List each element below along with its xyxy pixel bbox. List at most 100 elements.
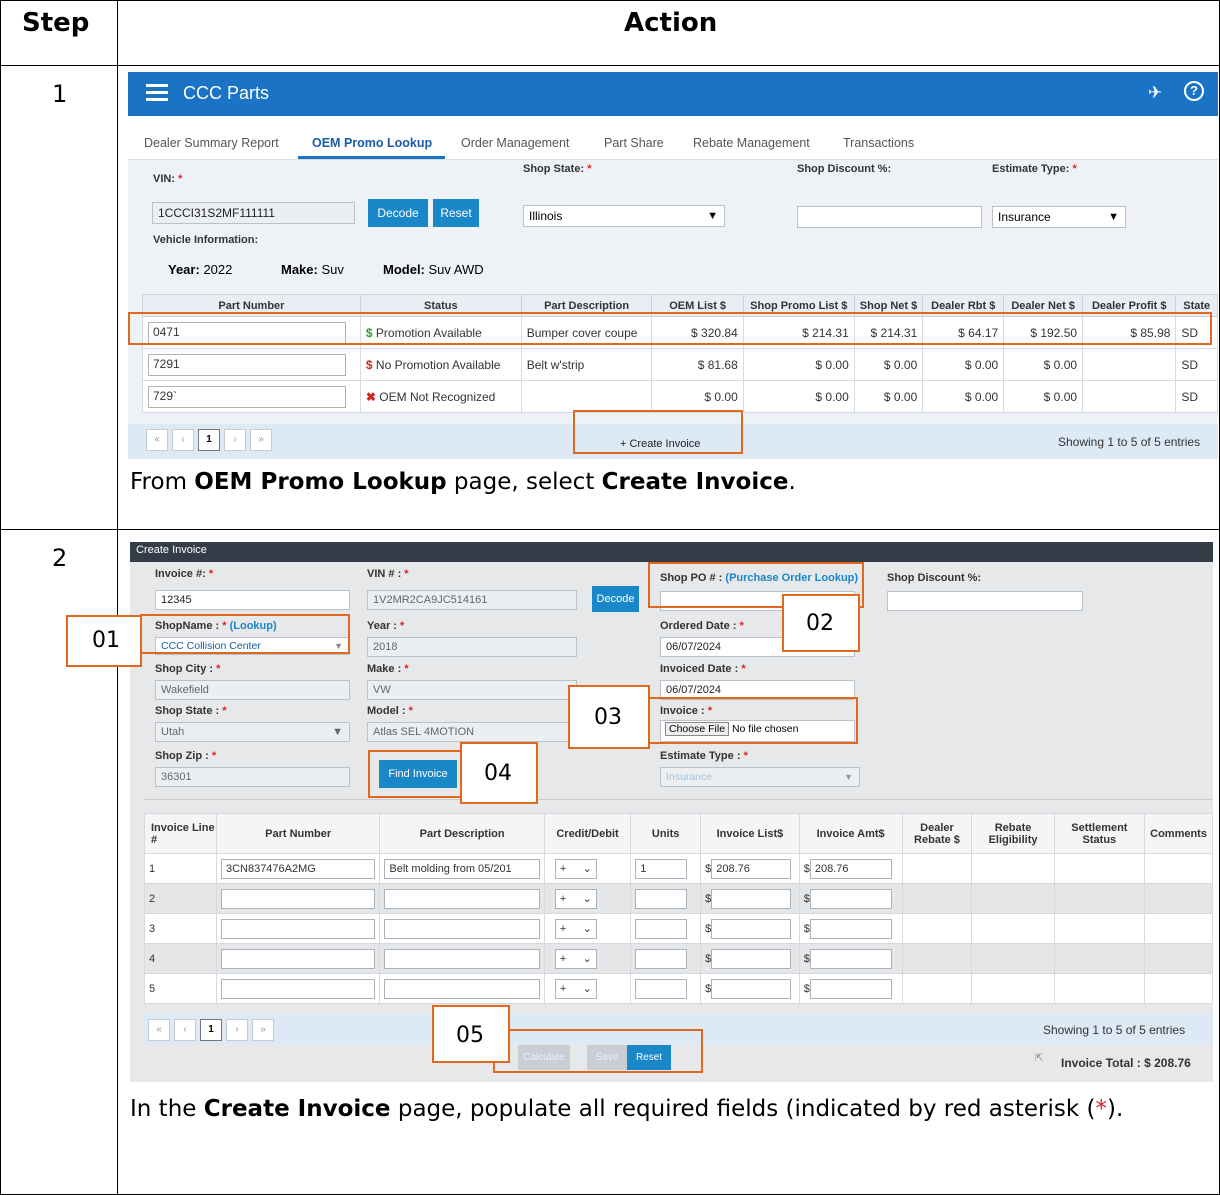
column-header[interactable]: Dealer Rebate $ bbox=[901, 813, 973, 854]
invoice-list-input[interactable] bbox=[711, 888, 792, 909]
tab-order-management[interactable]: Order Management bbox=[461, 136, 569, 150]
app-header: CCC Parts ✈ ? bbox=[128, 72, 1218, 116]
part-number-input[interactable] bbox=[220, 978, 376, 999]
decode-button[interactable]: Decode bbox=[368, 199, 428, 227]
tab-oem-promo-lookup[interactable]: OEM Promo Lookup bbox=[312, 136, 432, 150]
units-input[interactable] bbox=[635, 978, 688, 999]
invoice-amt-cell: $ bbox=[798, 973, 903, 1004]
invoice-amt-input[interactable] bbox=[809, 888, 892, 909]
shop-zip-input[interactable]: 36301 bbox=[155, 767, 350, 787]
callout-01: 01 bbox=[66, 615, 142, 667]
prev-page-button[interactable]: ‹ bbox=[172, 429, 194, 451]
invoice-amt-input[interactable] bbox=[809, 918, 892, 939]
credit-debit-select[interactable]: + ⌄ bbox=[554, 888, 597, 909]
first-page-button[interactable]: « bbox=[146, 429, 168, 451]
shop-discount-input[interactable] bbox=[887, 591, 1083, 611]
part-number-input[interactable] bbox=[220, 918, 376, 939]
page-1-button[interactable]: 1 bbox=[200, 1019, 222, 1041]
shop-city-input[interactable]: Wakefield bbox=[155, 680, 350, 700]
table-row: 4 + ⌄ $ $ bbox=[144, 943, 1213, 974]
invoice-list-input[interactable] bbox=[711, 978, 792, 999]
reset-button[interactable]: Reset bbox=[433, 199, 479, 227]
tab-rebate-management[interactable]: Rebate Management bbox=[693, 136, 810, 150]
prev-page-button[interactable]: ‹ bbox=[174, 1019, 196, 1041]
invoice-amt-input[interactable] bbox=[809, 978, 892, 999]
column-header[interactable]: Invoice Line # bbox=[144, 813, 217, 854]
estimate-type-value: Insurance bbox=[998, 210, 1051, 224]
credit-debit-select[interactable]: + ⌄ bbox=[554, 918, 597, 939]
invoice-amt-input[interactable]: 208.76 bbox=[809, 858, 892, 879]
estimate-type-select[interactable]: Insurance ▼ bbox=[660, 767, 860, 787]
model-input[interactable]: Atlas SEL 4MOTION bbox=[367, 722, 577, 742]
units-input[interactable]: 1 bbox=[635, 858, 688, 879]
column-header[interactable]: Settlement Status bbox=[1053, 813, 1146, 854]
chevron-down-icon: ▼ bbox=[1108, 211, 1119, 223]
part-number-cell: 729` bbox=[142, 380, 361, 413]
part-number-input[interactable]: 7291 bbox=[148, 353, 346, 376]
line-number-cell: 3 bbox=[144, 913, 217, 944]
last-page-button[interactable]: » bbox=[250, 429, 272, 451]
shop-state-select[interactable]: Utah ▼ bbox=[155, 722, 350, 742]
tab-transactions[interactable]: Transactions bbox=[843, 136, 914, 150]
last-page-button[interactable]: » bbox=[252, 1019, 274, 1041]
tab-dealer-summary[interactable]: Dealer Summary Report bbox=[144, 136, 279, 150]
credit-debit-select[interactable]: + ⌄ bbox=[554, 948, 597, 969]
rebate-eligibility-cell bbox=[971, 883, 1055, 914]
part-number-cell bbox=[215, 883, 381, 914]
description-input[interactable] bbox=[384, 918, 540, 939]
column-header[interactable]: Credit/Debit bbox=[543, 813, 632, 854]
vin-input[interactable]: 1V2MR2CA9JC514161 bbox=[367, 590, 577, 610]
help-icon[interactable]: ? bbox=[1184, 81, 1204, 101]
menu-icon[interactable] bbox=[146, 84, 168, 102]
part-number-cell: 7291 bbox=[142, 348, 361, 381]
row-divider bbox=[0, 65, 1220, 66]
settlement-status-cell bbox=[1053, 943, 1146, 974]
year-input[interactable]: 2018 bbox=[367, 637, 577, 657]
description-input[interactable] bbox=[384, 978, 540, 999]
shop-discount-input[interactable] bbox=[797, 206, 982, 228]
units-input[interactable] bbox=[635, 948, 688, 969]
description-input[interactable] bbox=[384, 948, 540, 969]
invoice-amt-cell: $ bbox=[798, 943, 903, 974]
notification-off-icon[interactable]: ✈ bbox=[1148, 83, 1162, 103]
dealer-rebate-cell bbox=[901, 943, 973, 974]
units-input[interactable] bbox=[635, 888, 688, 909]
invoice-list-input[interactable] bbox=[711, 948, 792, 969]
comments-cell bbox=[1144, 943, 1213, 974]
decode-button[interactable]: Decode bbox=[592, 586, 639, 612]
description-input[interactable] bbox=[384, 888, 540, 909]
part-number-input[interactable] bbox=[220, 888, 376, 909]
part-number-input[interactable]: 3CN837476A2MG bbox=[220, 858, 376, 879]
first-page-button[interactable]: « bbox=[148, 1019, 170, 1041]
column-header[interactable]: Invoice List$ bbox=[700, 813, 800, 854]
column-header[interactable]: Units bbox=[630, 813, 702, 854]
credit-debit-value: + bbox=[559, 892, 567, 905]
tab-part-share[interactable]: Part Share bbox=[604, 136, 664, 150]
next-page-button[interactable]: › bbox=[224, 429, 246, 451]
page-1-button[interactable]: 1 bbox=[198, 429, 220, 451]
make-input[interactable]: VW bbox=[367, 680, 577, 700]
invoice-no-input[interactable]: 12345 bbox=[155, 590, 350, 610]
part-number-input[interactable]: 729` bbox=[148, 385, 346, 408]
column-header[interactable]: Invoice Amt$ bbox=[798, 813, 903, 854]
column-header[interactable]: Comments bbox=[1144, 813, 1213, 854]
tab-bar: Dealer Summary Report OEM Promo Lookup O… bbox=[128, 116, 1218, 160]
units-input[interactable] bbox=[635, 918, 688, 939]
estimate-type-select[interactable]: Insurance ▼ bbox=[992, 206, 1126, 228]
invoice-amt-input[interactable] bbox=[809, 948, 892, 969]
invoice-list-input[interactable]: 208.76 bbox=[711, 858, 792, 879]
column-header[interactable]: Rebate Eligibility bbox=[971, 813, 1055, 854]
column-header[interactable]: Part Number bbox=[215, 813, 381, 854]
shop-state-select[interactable]: Illinois ▼ bbox=[523, 205, 725, 227]
credit-debit-select[interactable]: + ⌄ bbox=[554, 978, 597, 999]
next-page-button[interactable]: › bbox=[226, 1019, 248, 1041]
estimate-type-label: Estimate Type: * bbox=[992, 163, 1077, 175]
column-header[interactable]: Part Description bbox=[379, 813, 545, 854]
part-number-input[interactable] bbox=[220, 948, 376, 969]
description-input[interactable]: Belt molding from 05/201 bbox=[384, 858, 540, 879]
invoice-pagination: « ‹ 1 › » bbox=[148, 1019, 274, 1041]
rebate-eligibility-cell bbox=[971, 943, 1055, 974]
credit-debit-select[interactable]: + ⌄ bbox=[554, 858, 597, 879]
vin-input[interactable]: 1CCCI31S2MF111111 bbox=[152, 202, 355, 224]
invoice-list-input[interactable] bbox=[711, 918, 792, 939]
